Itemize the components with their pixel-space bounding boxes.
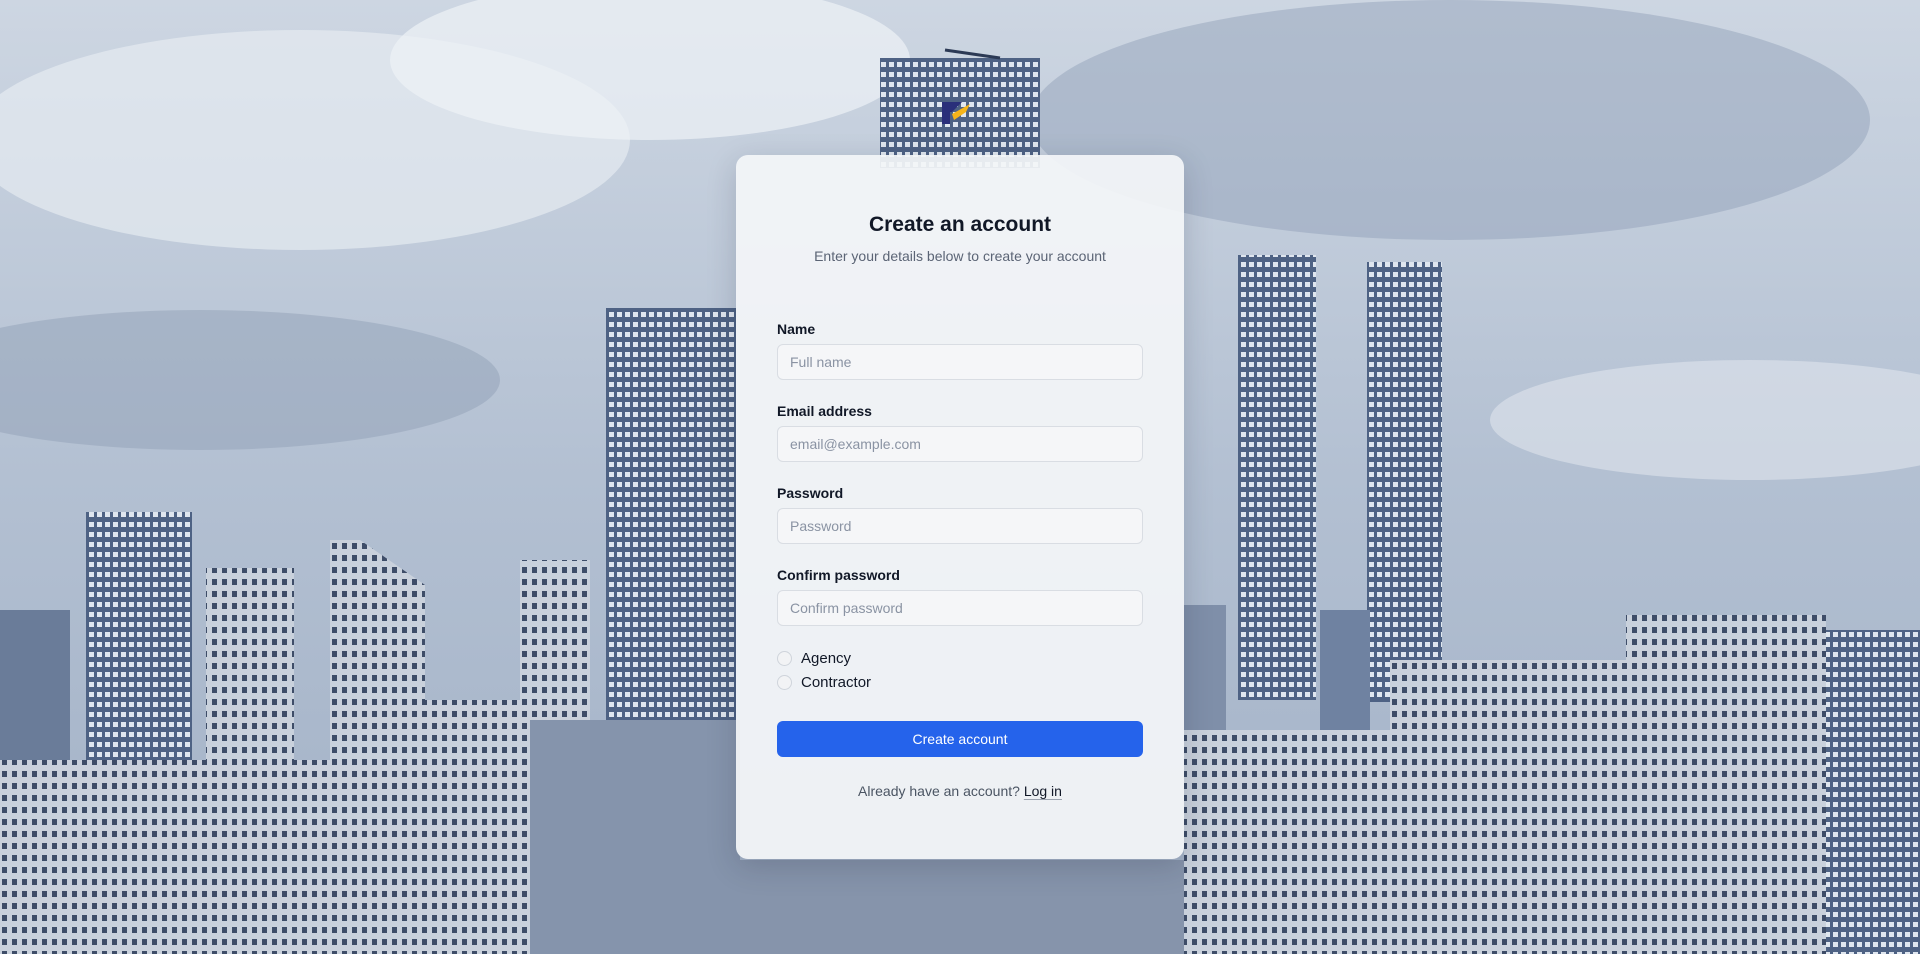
login-prompt-line: Already have an account? Log in: [736, 783, 1184, 799]
contractor-label: Contractor: [801, 673, 872, 691]
password-input[interactable]: [777, 508, 1143, 544]
create-account-button[interactable]: Create account: [777, 721, 1143, 757]
confirm-password-label: Confirm password: [777, 567, 900, 583]
name-input[interactable]: [777, 344, 1143, 380]
role-option-agency[interactable]: Agency: [777, 648, 851, 668]
email-label: Email address: [777, 403, 872, 419]
login-prompt: Already have an account?: [858, 783, 1020, 799]
page-title: Create an account: [868, 213, 1052, 236]
page-subtitle: Enter your details below to create your …: [814, 248, 1106, 264]
password-label: Password: [777, 485, 844, 501]
email-input[interactable]: [777, 426, 1143, 462]
agency-radio[interactable]: [777, 650, 792, 666]
login-link[interactable]: Log in: [1024, 783, 1062, 799]
brand-logo-icon: [940, 98, 976, 128]
name-label: Name: [777, 321, 816, 337]
confirm-password-input[interactable]: [777, 590, 1143, 626]
contractor-radio[interactable]: [777, 674, 792, 690]
role-option-contractor[interactable]: Contractor: [777, 672, 871, 692]
signup-card: Create an account Enter your details bel…: [736, 155, 1184, 859]
agency-label: Agency: [801, 649, 852, 667]
